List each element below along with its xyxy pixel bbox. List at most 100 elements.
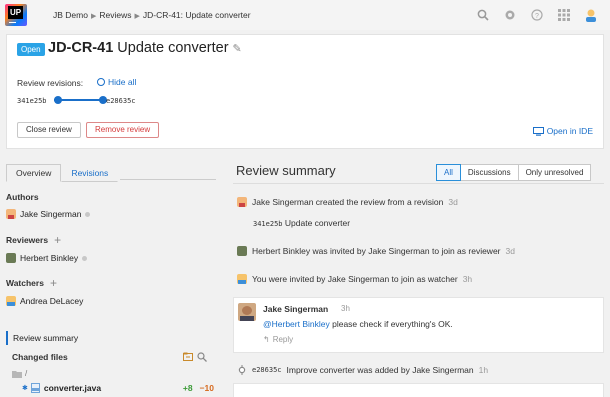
- user-avatar-icon[interactable]: [584, 8, 598, 22]
- watcher-name: Andrea DeLacey: [20, 296, 84, 306]
- event-time: 3h: [462, 274, 473, 284]
- app-logo[interactable]: UP: [5, 4, 27, 26]
- commit-line: 341e25b Update converter: [253, 218, 350, 228]
- watchers-label: Watchers: [6, 278, 44, 288]
- avatar: [237, 246, 247, 256]
- breadcrumb: JB Demo ▶ Reviews ▶ JD-CR-41: Update convert…: [53, 10, 251, 20]
- comment-time: 3h: [341, 304, 350, 313]
- filter-discussions[interactable]: Discussions: [459, 164, 519, 181]
- event-time: 3d: [448, 197, 458, 207]
- comment-text: @Herbert Binkley please check if everyth…: [263, 319, 453, 329]
- settings-icon[interactable]: [503, 8, 517, 22]
- avatar: [238, 303, 256, 321]
- avatar: [6, 209, 16, 219]
- lines-added: +8: [182, 383, 193, 393]
- apps-grid-icon[interactable]: [557, 8, 571, 22]
- review-title-text: Update converter: [117, 40, 229, 56]
- top-icons: ?: [476, 8, 598, 22]
- help-icon[interactable]: ?: [530, 8, 544, 22]
- zoom-icon[interactable]: [197, 352, 207, 362]
- presence-dot: [82, 255, 88, 261]
- avatar: [237, 197, 247, 207]
- tab-overview[interactable]: Overview: [6, 164, 62, 182]
- revisions-label: Review revisions:: [17, 78, 84, 88]
- author-item[interactable]: Jake Singerman: [6, 209, 91, 219]
- summary-filters: All Discussions Only unresolved: [436, 164, 592, 181]
- hide-all-label: Hide all: [108, 77, 137, 87]
- comment-card: [233, 383, 604, 397]
- event-time: 1h: [478, 365, 489, 375]
- watchers-heading: Watchers +: [6, 277, 57, 289]
- chevron-right-icon: ▶: [90, 13, 97, 20]
- avatar: [6, 253, 16, 263]
- edit-pencil-icon[interactable]: ✎: [233, 42, 242, 55]
- file-name: converter.java: [43, 383, 102, 393]
- folder-icon: [12, 370, 22, 378]
- changed-files-heading: Changed files: [12, 352, 68, 362]
- comment-card: Jake Singerman 3h @Herbert Binkley pleas…: [233, 297, 604, 353]
- java-file-icon: [30, 383, 40, 393]
- status-badge: Open: [17, 43, 45, 56]
- revision-from: 341e25b: [17, 97, 47, 105]
- commit-hash[interactable]: 341e25b: [253, 220, 283, 228]
- changed-files-tools: [183, 352, 207, 362]
- filter-unresolved[interactable]: Only unresolved: [517, 164, 592, 181]
- add-reviewer-plus-icon[interactable]: +: [54, 234, 61, 246]
- logo-text: UP: [8, 6, 23, 19]
- modified-star-icon: ✱: [22, 385, 28, 392]
- breadcrumb-reviews[interactable]: Reviews: [99, 10, 131, 20]
- authors-heading: Authors: [6, 192, 39, 202]
- comment-author[interactable]: Jake Singerman: [263, 304, 328, 314]
- timeline-event: Jake Singerman created the review from a…: [237, 197, 458, 207]
- avatar: [237, 274, 247, 284]
- tab-revisions[interactable]: Revisions: [61, 164, 119, 182]
- top-bar: UP JB Demo ▶ Reviews ▶ JD-CR-41: Update conv…: [0, 0, 610, 30]
- folder-toggle-icon[interactable]: [183, 352, 193, 361]
- timeline-event: e28635c Improve converter was added by J…: [237, 365, 488, 375]
- timeline-event: Herbert Binkley was invited by Jake Sing…: [237, 246, 515, 256]
- presence-dot: [85, 211, 91, 217]
- reply-button[interactable]: ↰ Reply: [263, 335, 293, 344]
- commit-message: Update converter: [284, 218, 351, 228]
- review-id: JD-CR-41: [48, 40, 114, 56]
- review-title: JD-CR-41 Update converter ✎: [48, 40, 242, 56]
- event-time: 3d: [505, 246, 515, 256]
- event-text: Herbert Binkley was invited by Jake Sing…: [252, 246, 501, 256]
- remove-review-button[interactable]: Remove review: [86, 122, 160, 138]
- slider-handle-start[interactable]: [54, 96, 62, 104]
- commit-hash[interactable]: e28635c: [252, 366, 282, 374]
- commit-icon: [238, 365, 246, 375]
- reply-label: Reply: [272, 335, 294, 344]
- author-name: Jake Singerman: [20, 209, 82, 219]
- chevron-right-icon: ▶: [134, 13, 140, 20]
- event-text: Jake Singerman created the review from a…: [252, 197, 444, 207]
- comment-body: please check if everything's OK.: [332, 319, 453, 329]
- watcher-item[interactable]: Andrea DeLacey: [6, 296, 83, 306]
- open-in-ide-label: Open in IDE: [546, 126, 593, 136]
- folder-row[interactable]: /: [12, 369, 27, 378]
- revision-to: e28635c: [106, 97, 136, 105]
- reply-arrow-icon: ↰: [263, 335, 270, 344]
- reviewers-label: Reviewers: [6, 235, 49, 245]
- reviewers-heading: Reviewers +: [6, 234, 61, 246]
- divider: [233, 183, 604, 184]
- radio-ring-icon: [97, 78, 105, 86]
- event-text: You were invited by Jake Singerman to jo…: [252, 274, 458, 284]
- summary-title: Review summary: [236, 163, 336, 178]
- folder-name: /: [25, 369, 28, 378]
- reviewer-item[interactable]: Herbert Binkley: [6, 253, 88, 263]
- monitor-icon: [532, 126, 544, 136]
- open-in-ide-link[interactable]: Open in IDE: [532, 126, 593, 136]
- close-review-button[interactable]: Close review: [17, 122, 81, 138]
- changed-file-row[interactable]: ✱ converter.java +8 −10: [22, 383, 214, 393]
- avatar: [6, 296, 16, 306]
- hide-all-toggle[interactable]: Hide all: [97, 77, 136, 87]
- add-watcher-plus-icon[interactable]: +: [50, 277, 57, 289]
- nav-review-summary[interactable]: Review summary: [6, 331, 216, 345]
- comment-mention[interactable]: @Herbert Binkley: [263, 319, 330, 329]
- breadcrumb-project[interactable]: JB Demo: [53, 10, 88, 20]
- breadcrumb-current: JD-CR-41: Update converter: [142, 10, 251, 20]
- filter-all[interactable]: All: [436, 164, 461, 181]
- search-icon[interactable]: [476, 8, 490, 22]
- sidebar-tabs: Overview Revisions: [6, 164, 119, 182]
